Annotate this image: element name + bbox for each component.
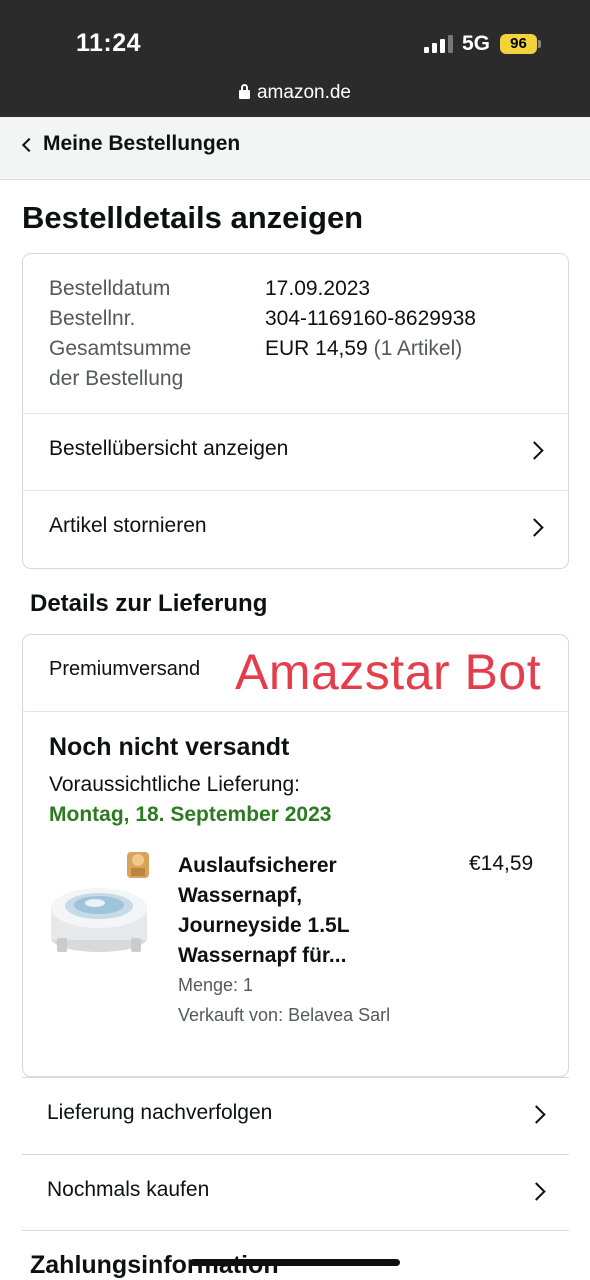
product-seller: Verkauft von: Belavea Sarl [178, 1005, 391, 1025]
cancel-items-row[interactable]: Artikel stornieren [23, 491, 568, 568]
back-navigation[interactable]: Meine Bestellungen [0, 117, 590, 180]
chevron-left-icon [21, 137, 37, 153]
buy-again-row[interactable]: Nochmals kaufen [22, 1154, 569, 1231]
order-number-value: 304-1169160-8629938 [265, 307, 476, 330]
clock: 11:24 [76, 29, 142, 57]
url-text: amazon.de [256, 82, 351, 103]
product-title-line: Journeyside 1.5L [178, 914, 350, 937]
expected-delivery-label: Voraussichtliche Lieferung: [49, 773, 300, 796]
order-item-count: (1 Artikel) [373, 337, 463, 360]
order-summary-card: Bestelldatum 17.09.2023 Bestellnr. 304-1… [22, 253, 569, 569]
delivery-section-title: Details zur Lieferung [30, 590, 268, 617]
product-title-line: Auslaufsicherer [178, 854, 337, 877]
track-package-label: Lieferung nachverfolgen [47, 1101, 273, 1124]
order-total-label-1: Gesamtsumme [49, 337, 192, 360]
delivery-card: Premiumversand Amazstar Bot Noch nicht v… [22, 634, 569, 1077]
order-number-label: Bestellnr. [49, 307, 136, 330]
product-title-line: Wassernapf für... [178, 944, 347, 967]
lock-icon [238, 84, 250, 99]
chevron-right-icon [527, 1105, 546, 1124]
shipping-type: Premiumversand [49, 658, 201, 680]
order-total-amount: EUR 14,59 [265, 337, 368, 360]
signal-icon [424, 35, 454, 53]
view-invoice-label: Bestellübersicht anzeigen [49, 437, 289, 460]
product-quantity: Menge: 1 [178, 975, 254, 995]
product-price: €14,59 [469, 852, 534, 875]
battery-icon: 96 [500, 34, 537, 54]
buy-again-label: Nochmals kaufen [47, 1178, 210, 1201]
view-invoice-row[interactable]: Bestellübersicht anzeigen [23, 414, 568, 490]
product-title[interactable]: Auslaufsicherer Wassernapf, Journeyside … [178, 851, 408, 971]
order-total-value: EUR 14,59 (1 Artikel) [265, 334, 462, 364]
watermark-text: Amazstar Bot [235, 644, 542, 700]
battery-tip [538, 40, 541, 48]
chevron-right-icon [527, 1182, 546, 1201]
track-package-row[interactable]: Lieferung nachverfolgen [22, 1077, 569, 1154]
chevron-right-icon [525, 518, 544, 537]
product-image[interactable] [49, 850, 153, 958]
order-date-label: Bestelldatum [49, 277, 171, 300]
network-label: 5G [462, 32, 491, 55]
divider [22, 1230, 569, 1231]
shipment-status: Noch nicht versandt [49, 733, 290, 761]
chevron-right-icon [525, 441, 544, 460]
home-indicator[interactable] [190, 1259, 400, 1266]
divider [23, 711, 568, 712]
product-title-line: Wassernapf, [178, 884, 303, 907]
order-date-value: 17.09.2023 [265, 277, 371, 300]
back-link[interactable]: Meine Bestellungen [43, 132, 240, 156]
cancel-items-label: Artikel stornieren [49, 514, 207, 537]
url-bar[interactable]: amazon.de [0, 82, 590, 104]
order-total-label-2: der Bestellung [49, 367, 184, 390]
page-title: Bestelldetails anzeigen [22, 200, 364, 235]
expected-delivery-date: Montag, 18. September 2023 [49, 803, 332, 826]
status-bar: 11:24 5G 96 amazon.de [0, 0, 590, 117]
